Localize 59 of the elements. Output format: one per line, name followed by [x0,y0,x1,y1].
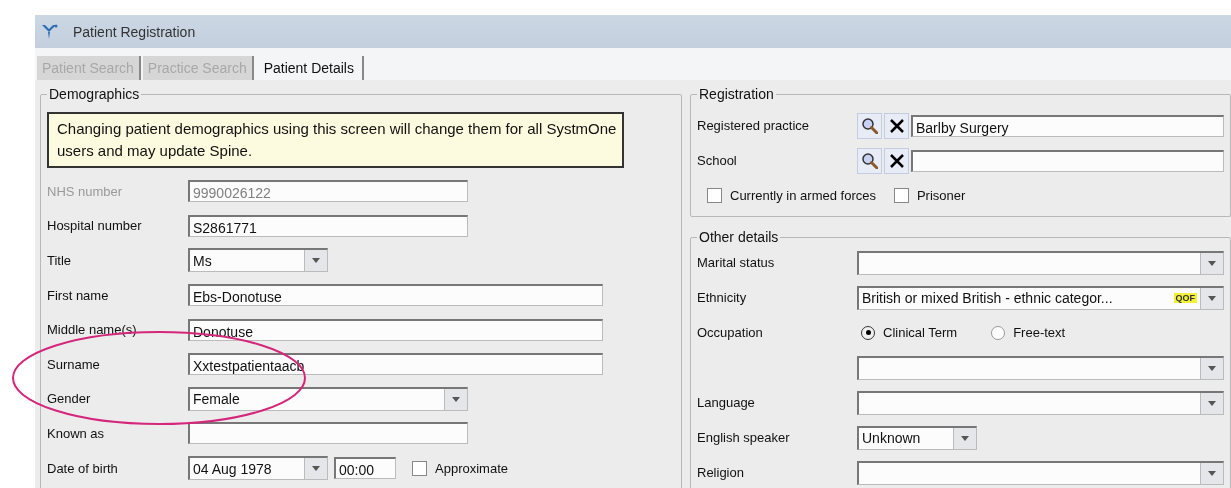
time-field[interactable]: 00:00 [334,457,396,480]
dropdown[interactable]: Female [188,386,468,411]
checkbox[interactable]: Approximate [412,460,508,476]
checkbox[interactable]: Prisoner [893,187,966,203]
field-label: Surname [47,356,101,372]
qof-badge: QOF [1173,293,1197,303]
radio-button[interactable]: Clinical Term [861,325,958,340]
field-label: Known as [47,425,106,441]
radio-button[interactable]: Free-text [991,325,1066,340]
clear-button[interactable] [884,112,909,139]
dropdown[interactable] [857,250,1224,275]
caret-icon [1207,364,1217,372]
dropdown[interactable] [857,390,1224,415]
search-button[interactable] [857,112,882,139]
field-label: English speaker [697,430,791,445]
text-field[interactable] [911,149,1224,172]
close-icon [888,152,905,169]
field-label: Gender [47,391,92,407]
field-label: Marital status [697,255,776,270]
search-icon [861,152,878,169]
group-title: Registration [698,86,775,102]
caret-icon [311,465,321,473]
field-label: NHS number [47,183,124,199]
field-label: Religion [697,465,745,480]
caret-icon [1207,399,1217,407]
group-title: Demographics [48,86,141,102]
caret-icon [1207,294,1217,302]
dropdown[interactable] [857,460,1224,485]
caret-icon [451,395,461,403]
caret-icon [1207,469,1217,477]
field-label: Ethnicity [697,290,748,305]
warning-notice: Changing patient demographics using this screen will change them for all SystmOne users and may update Spine. [47,112,624,168]
text-field[interactable] [188,422,468,445]
checkbox[interactable]: Currently in armed forces [707,187,876,203]
field-label: First name [47,287,110,303]
text-field[interactable]: Ebs-Donotuse [188,284,603,307]
clear-button[interactable] [884,147,909,174]
field-label: Registered practice [697,118,810,133]
search-icon [861,117,878,134]
caret-icon [311,257,321,265]
field-label: School [697,153,738,168]
dropdown[interactable]: Unknown [857,425,977,450]
close-icon [888,117,905,134]
window-title: Patient Registration [73,23,196,40]
dropdown[interactable]: 04 Aug 1978 [188,456,328,481]
field-label: Hospital number [47,218,143,234]
field-label: Date of birth [47,460,119,476]
text-field[interactable]: S2861771 [188,214,468,237]
field-label: Title [47,253,73,268]
text-field[interactable]: Barlby Surgery [911,114,1224,137]
group-title: Other details [698,229,780,245]
field-label: Language [697,395,756,410]
caret-icon [1207,259,1217,267]
caret-icon [960,434,970,442]
dropdown[interactable] [857,355,1224,380]
search-button[interactable] [857,147,882,174]
field-label: Occupation [697,325,764,340]
dropdown[interactable]: Ms [188,248,328,273]
dropdown[interactable]: British or mixed British - ethnic categor... QOF [857,285,1224,310]
